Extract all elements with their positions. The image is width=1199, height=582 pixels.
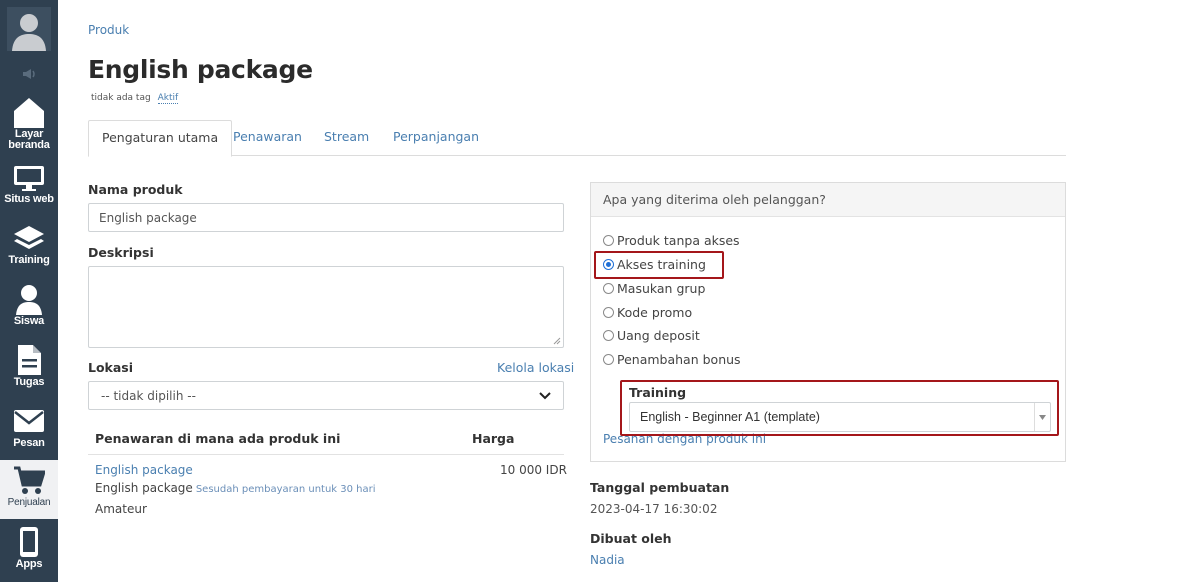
monitor-icon bbox=[13, 161, 45, 193]
highlight-training-access bbox=[594, 251, 724, 279]
location-select[interactable]: -- tidak dipilih -- bbox=[88, 381, 564, 410]
created-date-label: Tanggal pembuatan bbox=[590, 480, 730, 495]
description-label: Deskripsi bbox=[88, 245, 154, 260]
option-group-entry[interactable]: Masukan grup bbox=[603, 280, 705, 296]
offer-price: 10 000 IDR bbox=[500, 463, 567, 477]
tagline: tidak ada tag Aktif bbox=[91, 93, 179, 104]
user-icon bbox=[13, 283, 45, 315]
author-link[interactable]: Nadia bbox=[590, 553, 625, 567]
sidebar-label: Training bbox=[8, 254, 50, 266]
location-select-value: -- tidak dipilih -- bbox=[101, 388, 196, 403]
tab-stream[interactable]: Stream bbox=[311, 120, 382, 156]
tab-offers[interactable]: Penawaran bbox=[220, 120, 315, 156]
sidebar-label: Penjualan bbox=[7, 497, 51, 508]
sidebar-item-apps[interactable]: Apps bbox=[0, 522, 58, 582]
envelope-icon bbox=[13, 405, 45, 437]
layers-icon bbox=[13, 222, 45, 254]
breadcrumb-produk[interactable]: Produk bbox=[88, 23, 129, 37]
product-name-input[interactable]: English package bbox=[88, 203, 564, 232]
offer-product: English package Sesudah pembayaran untuk … bbox=[95, 481, 376, 495]
radio-no-access[interactable] bbox=[603, 234, 614, 246]
home-icon bbox=[13, 96, 45, 128]
sidebar-label: Siswa bbox=[13, 315, 45, 327]
author-label: Dibuat oleh bbox=[590, 531, 672, 546]
option-bonus[interactable]: Penambahan bonus bbox=[603, 351, 741, 367]
user-avatar-icon bbox=[7, 7, 51, 51]
announcement-icon[interactable] bbox=[0, 63, 58, 85]
sidebar-item-training[interactable]: Training bbox=[0, 218, 58, 279]
product-name-label: Nama produk bbox=[88, 182, 183, 197]
tab-main-settings[interactable]: Pengaturan utama bbox=[88, 120, 233, 157]
chevron-down-icon bbox=[539, 391, 551, 399]
radio-group-entry[interactable] bbox=[603, 282, 614, 294]
sidebar: Layar beranda Situs web Training Siswa Tu… bbox=[0, 0, 58, 582]
offer-group: Amateur bbox=[95, 502, 147, 516]
option-label: Produk tanpa akses bbox=[617, 232, 740, 248]
page-title: English package bbox=[88, 55, 313, 84]
option-label: Kode promo bbox=[617, 304, 693, 320]
sidebar-item-students[interactable]: Siswa bbox=[0, 279, 58, 340]
avatar[interactable] bbox=[0, 0, 58, 58]
document-icon bbox=[13, 344, 45, 376]
no-tag-text: tidak ada tag bbox=[91, 93, 151, 103]
created-date-value: 2023-04-17 16:30:02 bbox=[590, 502, 718, 516]
sidebar-label: Layar beranda bbox=[8, 128, 50, 151]
radio-promo-code[interactable] bbox=[603, 306, 614, 318]
description-textarea[interactable] bbox=[88, 266, 564, 348]
sidebar-item-home[interactable]: Layar beranda bbox=[0, 92, 58, 153]
highlight-training-select bbox=[620, 380, 1059, 436]
sidebar-label: Situs web bbox=[4, 193, 54, 205]
phone-icon bbox=[13, 526, 45, 558]
sidebar-item-sales[interactable]: Penjualan bbox=[0, 460, 58, 519]
option-deposit[interactable]: Uang deposit bbox=[603, 327, 700, 343]
sidebar-item-tasks[interactable]: Tugas bbox=[0, 340, 58, 401]
sidebar-item-website[interactable]: Situs web bbox=[0, 157, 58, 218]
option-promo-code[interactable]: Kode promo bbox=[603, 304, 692, 320]
offer-link[interactable]: English package bbox=[95, 463, 193, 477]
option-no-access[interactable]: Produk tanpa akses bbox=[603, 232, 740, 248]
table-header-offer: Penawaran di mana ada produk ini bbox=[95, 431, 341, 446]
cart-icon bbox=[13, 464, 45, 496]
table-divider bbox=[88, 454, 564, 455]
option-label: Masukan grup bbox=[617, 280, 706, 296]
sidebar-label: Tugas bbox=[13, 376, 45, 388]
sidebar-item-messages[interactable]: Pesan bbox=[0, 401, 58, 462]
panel-title: Apa yang diterima oleh pelanggan? bbox=[591, 183, 1065, 217]
radio-bonus[interactable] bbox=[603, 353, 614, 365]
sidebar-label: Apps bbox=[15, 558, 43, 570]
radio-deposit[interactable] bbox=[603, 329, 614, 341]
resize-handle-icon[interactable] bbox=[553, 337, 561, 345]
status-badge[interactable]: Aktif bbox=[157, 93, 179, 104]
table-header-price: Harga bbox=[472, 431, 515, 446]
option-label: Uang deposit bbox=[617, 327, 700, 343]
offer-product-name: English package bbox=[95, 481, 193, 495]
manage-locations-link[interactable]: Kelola lokasi bbox=[497, 360, 574, 375]
sidebar-label: Pesan bbox=[13, 437, 45, 449]
tab-renewal[interactable]: Perpanjangan bbox=[380, 120, 492, 156]
option-label: Penambahan bonus bbox=[617, 351, 741, 367]
tab-bar: Pengaturan utama Penawaran Stream Perpan… bbox=[88, 120, 1066, 157]
offer-duration-note: Sesudah pembayaran untuk 30 hari bbox=[195, 484, 376, 495]
location-label: Lokasi bbox=[88, 360, 134, 375]
